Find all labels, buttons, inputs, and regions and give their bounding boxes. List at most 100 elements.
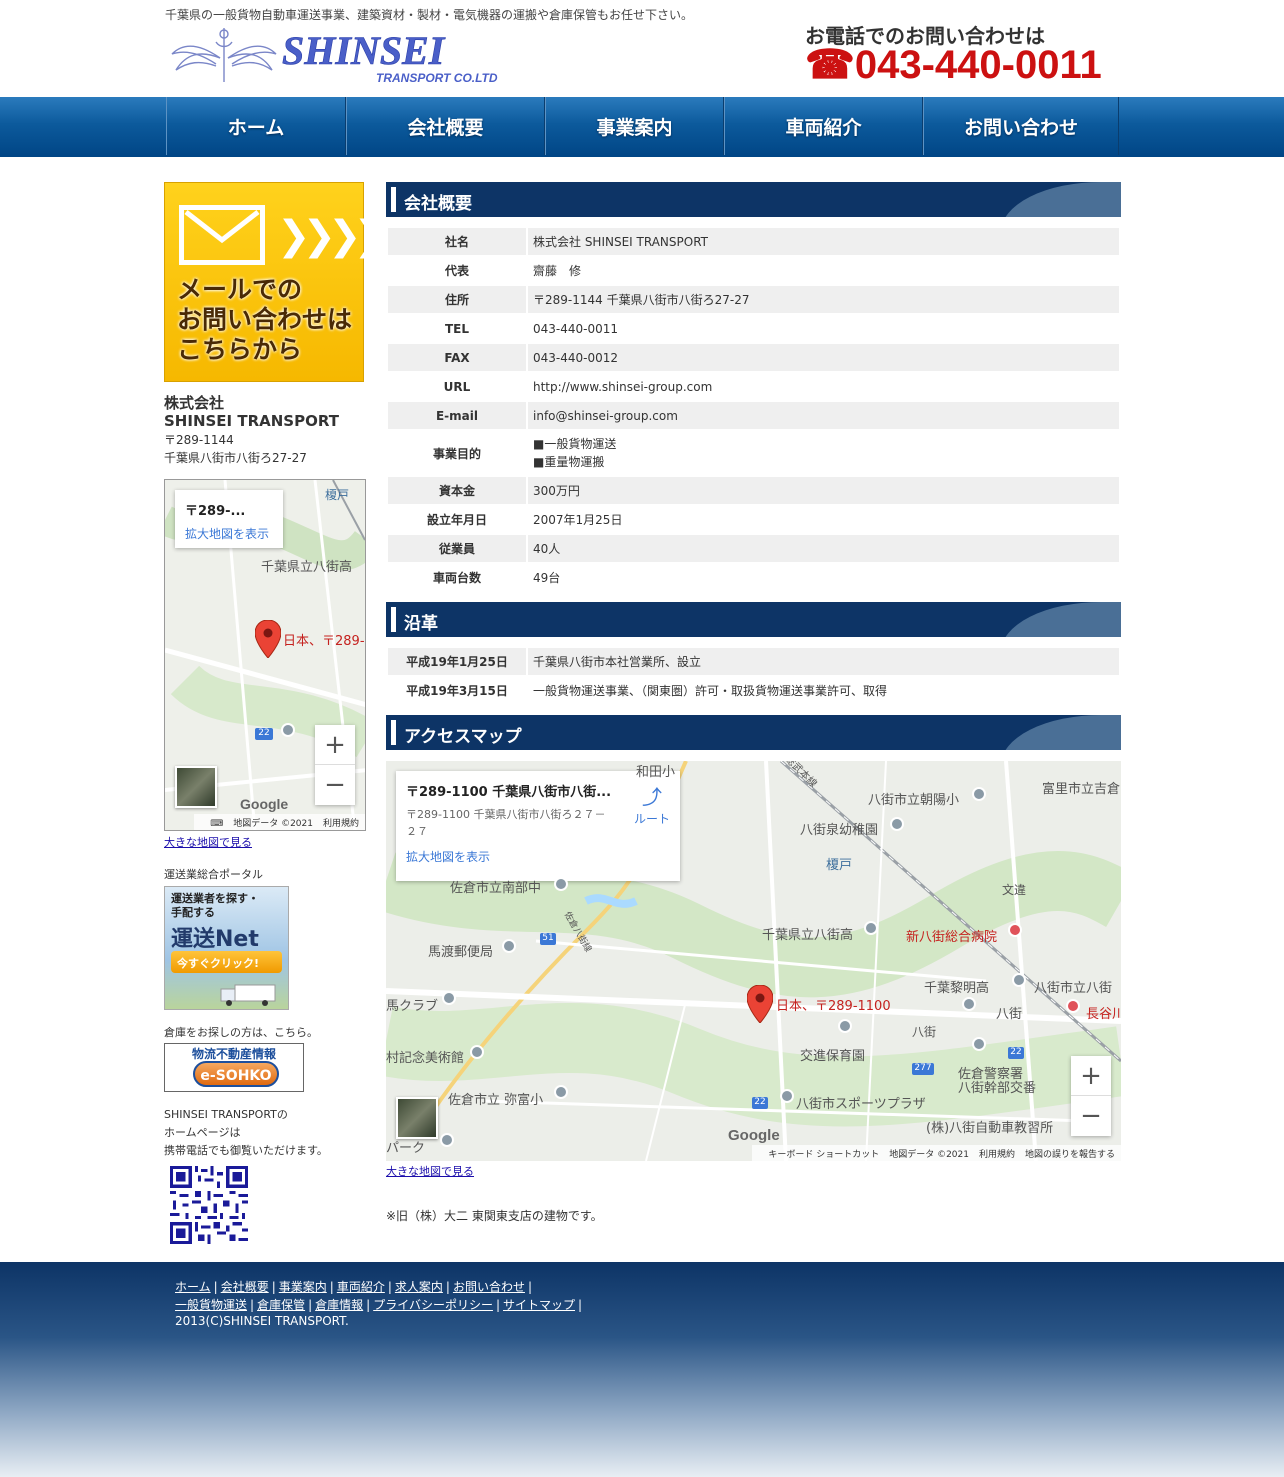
- footer-link[interactable]: お問い合わせ: [453, 1280, 525, 1294]
- google-logo: Google: [240, 796, 289, 812]
- access-map-enlarge-link[interactable]: 拡大地図を表示: [406, 848, 670, 865]
- row-label: 代表: [388, 257, 526, 284]
- row-label: 設立年月日: [388, 506, 526, 533]
- footer-separator: |: [495, 1298, 500, 1312]
- footer-link[interactable]: 倉庫情報: [315, 1298, 363, 1312]
- sidebar-map[interactable]: 〒289-... 拡大地図を表示 榎戸 千葉県立八街高 日本、〒289- 22 …: [164, 479, 366, 831]
- copyright: 2013(C)SHINSEI TRANSPORT.: [175, 1314, 349, 1328]
- table-row: 代表 齋藤 修: [388, 257, 1119, 284]
- row-label: 資本金: [388, 477, 526, 504]
- tel-number[interactable]: ☎043-440-0011: [805, 42, 1102, 88]
- school-poi-icon: [962, 997, 976, 1011]
- sidebar-map-info-card: 〒289-... 拡大地図を表示: [175, 490, 283, 548]
- footer-link[interactable]: 一般貨物運送: [175, 1298, 247, 1312]
- header-tagline: 千葉県の一般貨物自動車運送事業、建築資材・製材・電気機器の運搬や倉庫保管もお任せ…: [165, 8, 694, 22]
- footer-separator: |: [578, 1298, 583, 1312]
- post-office-poi-icon: [502, 939, 516, 953]
- sidebar-map-zoom: + −: [315, 725, 355, 805]
- access-map-info-card: 〒289-1100 千葉県八街市八街... 〒289-1100 千葉県八街市八街…: [396, 771, 680, 881]
- row-label: 平成19年1月25日: [388, 648, 526, 675]
- access-map[interactable]: 〒289-1100 千葉県八街市八街... 〒289-1100 千葉県八街市八街…: [386, 761, 1121, 1161]
- row-label: 平成19年3月15日: [388, 677, 526, 704]
- access-map-footer: キーボード ショートカット 地図データ ©2021 利用規約 地図の誤りを報告する: [752, 1145, 1121, 1161]
- table-row: 社名 株式会社 SHINSEI TRANSPORT: [388, 228, 1119, 255]
- footer-link[interactable]: ホーム: [175, 1280, 211, 1294]
- footer-link[interactable]: サイトマップ: [503, 1298, 575, 1312]
- footer-link[interactable]: プライバシーポリシー: [373, 1298, 493, 1312]
- history-table: 平成19年1月25日 千葉県八街市本社営業所、設立 平成19年3月15日 一般貨物運送…: [386, 646, 1121, 706]
- row-label: E-mail: [388, 402, 526, 429]
- table-row: E-mail info@shinsei-group.com: [388, 402, 1119, 429]
- logo-subtext: TRANSPORT CO.LTD: [376, 71, 498, 85]
- footer-link[interactable]: 倉庫保管: [257, 1298, 305, 1312]
- museum-poi-icon: [470, 1045, 484, 1059]
- footer-separator: |: [250, 1298, 255, 1312]
- table-row: 住所 〒289-1144 千葉県八街市八街ろ27-27: [388, 286, 1119, 313]
- school-poi-icon: [554, 877, 568, 891]
- envelope-icon: [179, 205, 265, 265]
- mail-contact-banner[interactable]: ❯❯❯❯ メールでの お問い合わせは こちらから: [164, 182, 387, 382]
- row-label: 社名: [388, 228, 526, 255]
- sidebar-map-enlarge-link[interactable]: 拡大地図を表示: [185, 525, 273, 542]
- sidebar-larger-map-link[interactable]: 大きな地図で見る: [164, 834, 366, 850]
- table-row: 車両台数 49台: [388, 564, 1119, 591]
- access-map-zoom: + −: [1071, 1056, 1111, 1136]
- footer-link[interactable]: 会社概要: [221, 1280, 269, 1294]
- building-note: ※旧（株）大二 東関東支店の建物です。: [386, 1209, 603, 1223]
- footer-separator: |: [213, 1280, 218, 1294]
- nav-business[interactable]: 事業案内: [545, 97, 724, 155]
- footer-separator: |: [445, 1280, 450, 1294]
- logo-graphic: SHINSEI TRANSPORT CO.LTD: [171, 28, 498, 85]
- access-map-satellite-toggle[interactable]: [396, 1097, 438, 1139]
- school-poi-icon: [838, 1019, 852, 1033]
- sidebar-map-satellite-toggle[interactable]: [175, 766, 217, 808]
- mobile-notice: SHINSEI TRANSPORTの ホームページは 携帯電話でも御覧いただけま…: [164, 1108, 328, 1157]
- e-sohko-banner[interactable]: 物流不動産情報 e-SOHKO: [164, 1043, 304, 1092]
- access-map-pin-icon[interactable]: [746, 984, 774, 1024]
- soko-label: 倉庫をお探しの方は、こちら。: [164, 1026, 318, 1039]
- footer-link[interactable]: 車両紹介: [337, 1280, 385, 1294]
- row-label: 事業目的: [388, 431, 526, 475]
- site-footer: ホーム | 会社概要 | 事業案内 | 車両紹介 | 求人案内 | お問い合わせ | 一般貨物運送 | 倉…: [0, 1262, 1284, 1477]
- table-row: 設立年月日 2007年1月25日: [388, 506, 1119, 533]
- row-label: 従業員: [388, 535, 526, 562]
- unso-net-banner[interactable]: 運送業者を探す・ 手配する 運送Net 今すぐクリック!: [164, 886, 289, 1010]
- row-label: FAX: [388, 344, 526, 371]
- nav-contact[interactable]: お問い合わせ: [923, 97, 1119, 155]
- nav-company[interactable]: 会社概要: [346, 97, 545, 155]
- footer-separator: |: [527, 1280, 532, 1294]
- nav-home[interactable]: ホーム: [166, 97, 346, 155]
- row-label: 車両台数: [388, 564, 526, 591]
- footer-link[interactable]: 事業案内: [279, 1280, 327, 1294]
- site-logo[interactable]: SHINSEI TRANSPORT CO.LTD: [170, 24, 510, 90]
- table-row: 資本金 300万円: [388, 477, 1119, 504]
- row-value: 300万円: [528, 477, 1119, 504]
- row-value: 齋藤 修: [528, 257, 1119, 284]
- sidebar-map-footer: ⌨ 地図データ ©2021 利用規約: [194, 814, 365, 830]
- school-poi-icon: [1012, 973, 1026, 987]
- portal-label: 運送業総合ポータル: [164, 868, 263, 881]
- keyboard-icon[interactable]: ⌨: [210, 819, 223, 829]
- table-row: TEL 043-440-0011: [388, 315, 1119, 342]
- chevrons-icon: ❯❯❯❯: [277, 213, 387, 259]
- access-larger-map-link[interactable]: 大きな地図で見る: [386, 1163, 1121, 1179]
- sports-poi-icon: [780, 1089, 794, 1103]
- footer-separator: |: [387, 1280, 392, 1294]
- poi-icon: [440, 1133, 454, 1147]
- footer-link[interactable]: 求人案内: [395, 1280, 443, 1294]
- zoom-in-button[interactable]: +: [315, 725, 355, 765]
- footer-separator: |: [308, 1298, 313, 1312]
- sidebar-map-pin-icon[interactable]: [254, 619, 282, 659]
- row-value: 49台: [528, 564, 1119, 591]
- zoom-out-button[interactable]: −: [315, 765, 355, 805]
- zoom-out-button[interactable]: −: [1071, 1096, 1111, 1136]
- route-button[interactable]: ⤴ ルート: [624, 781, 680, 827]
- nav-vehicles[interactable]: 車両紹介: [724, 97, 923, 155]
- logo-text: SHINSEI: [282, 28, 446, 73]
- footer-separator: |: [329, 1280, 334, 1294]
- footer-links-row2: 一般貨物運送 | 倉庫保管 | 倉庫情報 | プライバシーポリシー | サイトマップ |: [175, 1296, 585, 1314]
- row-value: 〒289-1144 千葉県八街市八街ろ27-27: [528, 286, 1119, 313]
- poi-icon: [442, 991, 456, 1005]
- zoom-in-button[interactable]: +: [1071, 1056, 1111, 1096]
- table-row: FAX 043-440-0012: [388, 344, 1119, 371]
